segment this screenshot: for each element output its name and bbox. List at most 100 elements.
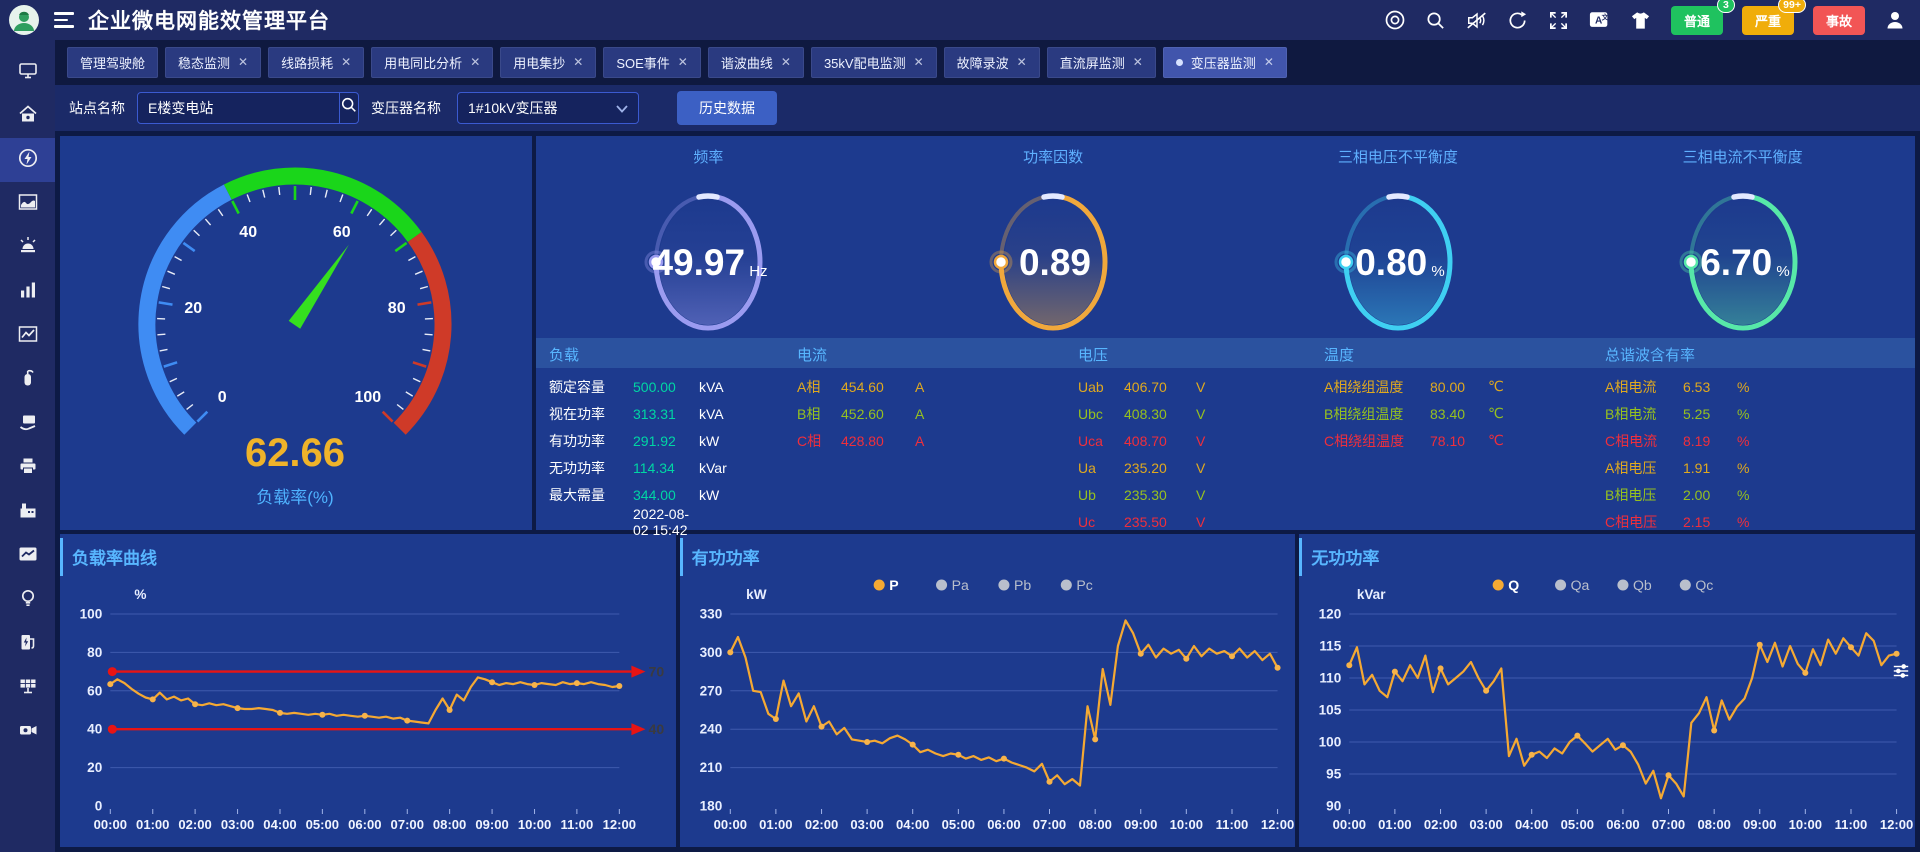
sidebar-item-trend-box[interactable] — [0, 534, 55, 578]
svg-text:11:00: 11:00 — [1835, 817, 1868, 832]
svg-text:00:00: 00:00 — [1333, 817, 1366, 832]
sidebar-item-line-chart[interactable] — [0, 314, 55, 358]
kpi-value: 0.89 — [1019, 242, 1091, 283]
sidebar-item-alarm-light[interactable] — [0, 226, 55, 270]
sidebar-item-hand-card[interactable] — [0, 402, 55, 446]
row-label: 视在功率 — [549, 404, 633, 424]
table-header-总谐波含有率: 总谐波含有率 — [1605, 344, 1695, 365]
tab-close-icon[interactable]: ✕ — [573, 55, 583, 69]
alarm-level-button-2[interactable]: 事故 — [1813, 6, 1865, 35]
tab-close-icon[interactable]: ✕ — [1264, 55, 1274, 69]
row-label: Uc — [1078, 514, 1124, 530]
sidebar-item-screen-monitor[interactable] — [0, 50, 55, 94]
svg-text:02:00: 02:00 — [178, 817, 211, 832]
sidebar-item-fire-extinguisher[interactable] — [0, 358, 55, 402]
svg-text:110: 110 — [1320, 671, 1342, 686]
row-label: C相电流 — [1605, 431, 1683, 451]
tab-close-icon[interactable]: ✕ — [341, 55, 351, 69]
row-unit: kVA — [699, 379, 724, 395]
gauge-label: 负载率(%) — [256, 488, 333, 507]
reactive-power-panel: 无功功率 9095100105110115120kVar00:0001:0002… — [1299, 534, 1915, 847]
sidebar-item-bar-chart[interactable] — [0, 270, 55, 314]
mute-icon[interactable] — [1466, 9, 1488, 31]
svg-text:Q: Q — [1509, 577, 1520, 593]
table-column: A相454.60AB相452.60AC相428.80A — [797, 373, 924, 454]
row-value: 8.19 — [1683, 433, 1737, 449]
svg-text:P: P — [889, 577, 898, 593]
table-row: C相电流8.19% — [1605, 427, 1749, 454]
company-logo — [8, 4, 40, 36]
sidebar-item-home-eye[interactable] — [0, 94, 55, 138]
tab-10[interactable]: 变压器监测✕ — [1163, 47, 1287, 78]
sidebar-item-ev-charger[interactable] — [0, 622, 55, 666]
hamburger-menu-icon[interactable] — [54, 12, 74, 28]
tab-3[interactable]: 用电同比分析✕ — [371, 47, 493, 78]
site-search-button[interactable] — [339, 93, 358, 123]
sidebar-item-panel-grid[interactable] — [0, 666, 55, 710]
tab-close-icon[interactable]: ✕ — [238, 55, 248, 69]
aim-icon[interactable] — [1384, 9, 1406, 31]
alarm-level-button-0[interactable]: 普通3 — [1671, 6, 1723, 35]
ev-charger-icon — [17, 631, 39, 658]
transformer-select[interactable]: 1#10kV变压器 — [457, 92, 639, 124]
row-unit: % — [1737, 379, 1749, 395]
tab-close-icon[interactable]: ✕ — [1017, 55, 1027, 69]
row-value: 452.60 — [841, 406, 915, 422]
translate-icon[interactable]: A文 — [1589, 9, 1611, 31]
sidebar-item-camera[interactable] — [0, 710, 55, 754]
tab-4[interactable]: 用电集抄✕ — [500, 47, 596, 78]
sidebar-item-bulb-idea[interactable] — [0, 578, 55, 622]
fullscreen-icon[interactable] — [1548, 9, 1570, 31]
svg-text:%: % — [134, 587, 146, 602]
tab-close-icon[interactable]: ✕ — [781, 55, 791, 69]
tab-2[interactable]: 线路损耗 ✕ — [268, 47, 364, 78]
svg-text:210: 210 — [699, 760, 722, 775]
row-label: 有功功率 — [549, 431, 633, 451]
tab-8[interactable]: 故障录波✕ — [944, 47, 1040, 78]
tab-1[interactable]: 稳态监测✕ — [165, 47, 261, 78]
row-unit: kW — [699, 487, 719, 503]
row-label: B相电流 — [1605, 404, 1683, 424]
load-rate-curve-panel: 负载率曲线 020406080100%00:0001:0002:0003:000… — [60, 534, 676, 847]
tab-label: 线路损耗 — [281, 53, 333, 72]
sidebar-item-printer[interactable] — [0, 446, 55, 490]
history-data-button[interactable]: 历史数据 — [677, 91, 777, 125]
table-row: C相428.80A — [797, 427, 924, 454]
table-header-负载: 负载 — [549, 344, 579, 365]
svg-text:115: 115 — [1320, 639, 1342, 654]
app-root: 企业微电网能效管理平台 A文普通3严重99+事故 管理驾驶舱稳态监测✕线路损耗✕… — [0, 0, 1920, 852]
svg-text:80: 80 — [87, 645, 102, 660]
refresh-icon[interactable] — [1507, 9, 1529, 31]
tab-5[interactable]: SOE事件✕ — [603, 47, 701, 78]
sidebar-item-factory-building[interactable] — [0, 490, 55, 534]
tab-close-icon[interactable]: ✕ — [678, 55, 688, 69]
row-label: Uca — [1078, 433, 1124, 449]
tab-close-icon[interactable]: ✕ — [1133, 55, 1143, 69]
table-row: B相绕组温度83.40℃ — [1324, 400, 1504, 427]
reactive-power-chart: 9095100105110115120kVar00:0001:0002:0003… — [1299, 570, 1915, 842]
tab-close-icon[interactable]: ✕ — [914, 55, 924, 69]
site-name-input[interactable] — [138, 93, 339, 123]
svg-text:03:00: 03:00 — [221, 817, 254, 832]
tab-9[interactable]: 直流屏监测✕ — [1047, 47, 1156, 78]
tab-7[interactable]: 35kV配电监测✕ — [811, 47, 937, 78]
sliders-icon[interactable] — [1892, 662, 1910, 685]
sidebar-item-energy-circle[interactable] — [0, 138, 55, 182]
row-unit: A — [915, 379, 924, 395]
table-row: Ubc408.30V — [1078, 400, 1205, 427]
tab-6[interactable]: 谐波曲线✕ — [708, 47, 804, 78]
panel-accent-bar — [60, 538, 63, 576]
theme-shirt-icon[interactable] — [1630, 9, 1652, 31]
sidebar-item-area-chart[interactable] — [0, 182, 55, 226]
search-icon[interactable] — [1425, 9, 1447, 31]
tab-0[interactable]: 管理驾驶舱 — [67, 47, 158, 78]
transformer-select-value: 1#10kV变压器 — [468, 98, 557, 118]
svg-text:40: 40 — [87, 722, 102, 737]
tab-close-icon[interactable]: ✕ — [470, 55, 480, 69]
row-value: 454.60 — [841, 379, 915, 395]
svg-text:240: 240 — [699, 722, 722, 737]
kpi-ring-row: 频率 49.97 Hz 功率因数 — [536, 136, 1915, 338]
user-icon[interactable] — [1884, 9, 1906, 31]
svg-text:05:00: 05:00 — [1561, 817, 1594, 832]
alarm-level-button-1[interactable]: 严重99+ — [1742, 6, 1794, 35]
